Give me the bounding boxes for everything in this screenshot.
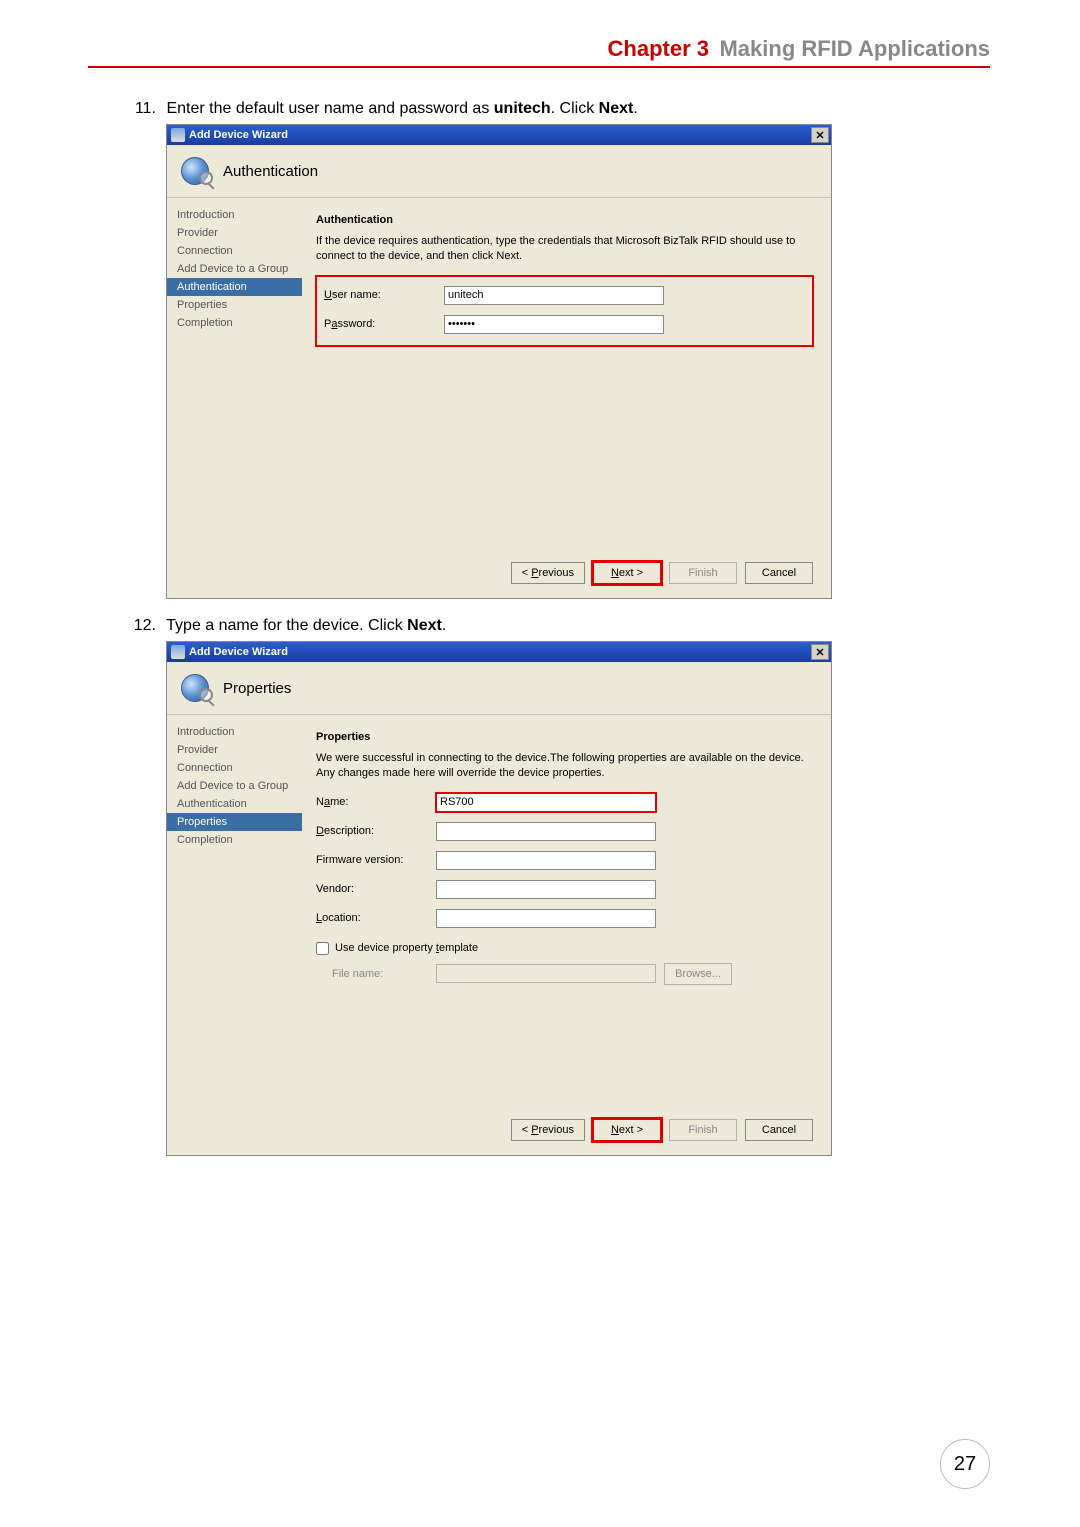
filename-label: File name:: [316, 968, 436, 980]
page-header: Chapter 3 Making RFID Applications: [0, 36, 1080, 62]
titlebar: Add Device Wizard ✕: [167, 642, 831, 662]
section-desc: If the device requires authentication, t…: [316, 234, 813, 264]
username-label: User name:: [324, 289, 444, 301]
nav-completion[interactable]: Completion: [167, 831, 302, 849]
nav-properties[interactable]: Properties: [167, 296, 302, 314]
nav-connection[interactable]: Connection: [167, 759, 302, 777]
titlebar-left: Add Device Wizard: [171, 128, 288, 142]
finish-button: Finish: [669, 562, 737, 584]
section-title: Authentication: [316, 214, 813, 226]
nav-provider[interactable]: Provider: [167, 224, 302, 242]
section-title: Properties: [316, 731, 813, 743]
chapter-label: Chapter 3: [608, 36, 709, 61]
browse-button: Browse...: [664, 963, 732, 985]
chapter-title: Making RFID Applications: [719, 36, 990, 61]
app-icon: [171, 128, 185, 142]
row-vendor: Vendor:: [316, 880, 813, 899]
step-number: 12.: [124, 617, 156, 635]
nav-provider[interactable]: Provider: [167, 741, 302, 759]
next-button[interactable]: Next >: [593, 562, 661, 584]
row-name: Name:: [316, 793, 813, 812]
section-desc: We were successful in connecting to the …: [316, 751, 813, 781]
wizard-nav: Introduction Provider Connection Add Dev…: [167, 715, 302, 1155]
button-row: < Previous Next > Finish Cancel: [316, 552, 813, 584]
row-location: Location:: [316, 909, 813, 928]
banner-title: Properties: [223, 680, 291, 697]
filename-input: [436, 964, 656, 983]
wizard-banner-icon: [177, 153, 213, 189]
close-button[interactable]: ✕: [811, 127, 829, 143]
password-label: Password:: [324, 318, 444, 330]
wizard-banner-icon: [177, 670, 213, 706]
location-input[interactable]: [436, 909, 656, 928]
wizard-main: Authentication If the device requires au…: [302, 198, 831, 598]
name-input[interactable]: [436, 793, 656, 812]
nav-introduction[interactable]: Introduction: [167, 206, 302, 224]
row-firmware: Firmware version:: [316, 851, 813, 870]
step-12-text: 12. Type a name for the device. Click Ne…: [124, 617, 990, 635]
row-username: User name:: [324, 286, 805, 305]
wizard-main: Properties We were successful in connect…: [302, 715, 831, 1155]
previous-button[interactable]: < Previous: [511, 1119, 585, 1141]
nav-connection[interactable]: Connection: [167, 242, 302, 260]
button-row: < Previous Next > Finish Cancel: [316, 1109, 813, 1141]
nav-introduction[interactable]: Introduction: [167, 723, 302, 741]
window-title: Add Device Wizard: [189, 129, 288, 141]
step-number: 11.: [124, 100, 156, 118]
vendor-label: Vendor:: [316, 883, 436, 895]
nav-add-group[interactable]: Add Device to a Group: [167, 260, 302, 278]
nav-authentication[interactable]: Authentication: [167, 795, 302, 813]
nav-authentication[interactable]: Authentication: [167, 278, 302, 296]
name-label: Name:: [316, 796, 436, 808]
wizard-properties: Add Device Wizard ✕ Properties Introduct…: [166, 641, 832, 1156]
password-input[interactable]: [444, 315, 664, 334]
wizard-nav: Introduction Provider Connection Add Dev…: [167, 198, 302, 598]
location-label: Location:: [316, 912, 436, 924]
wizard-banner: Authentication: [167, 145, 831, 198]
firmware-input[interactable]: [436, 851, 656, 870]
description-label: Description:: [316, 825, 436, 837]
template-checkbox-label: Use device property template: [335, 942, 478, 954]
previous-button[interactable]: < Previous: [511, 562, 585, 584]
wizard-body: Introduction Provider Connection Add Dev…: [167, 198, 831, 598]
row-template-checkbox: Use device property template: [316, 942, 813, 955]
description-input[interactable]: [436, 822, 656, 841]
app-icon: [171, 645, 185, 659]
cancel-button[interactable]: Cancel: [745, 562, 813, 584]
row-description: Description:: [316, 822, 813, 841]
header-rule: [88, 66, 990, 68]
titlebar-left: Add Device Wizard: [171, 645, 288, 659]
row-filename: File name: Browse...: [316, 963, 813, 985]
cancel-button[interactable]: Cancel: [745, 1119, 813, 1141]
template-checkbox[interactable]: [316, 942, 329, 955]
content-area: 11. Enter the default user name and pass…: [124, 82, 990, 1156]
nav-add-group[interactable]: Add Device to a Group: [167, 777, 302, 795]
row-password: Password:: [324, 315, 805, 334]
wizard-authentication: Add Device Wizard ✕ Authentication Intro…: [166, 124, 832, 599]
window-title: Add Device Wizard: [189, 646, 288, 658]
credentials-highlight: User name: Password:: [316, 276, 813, 346]
wizard-body: Introduction Provider Connection Add Dev…: [167, 715, 831, 1155]
firmware-label: Firmware version:: [316, 854, 436, 866]
titlebar: Add Device Wizard ✕: [167, 125, 831, 145]
step-11-text: 11. Enter the default user name and pass…: [124, 100, 990, 118]
nav-completion[interactable]: Completion: [167, 314, 302, 332]
username-input[interactable]: [444, 286, 664, 305]
next-button[interactable]: Next >: [593, 1119, 661, 1141]
page-number: 27: [940, 1439, 990, 1489]
nav-properties[interactable]: Properties: [167, 813, 302, 831]
wizard-banner: Properties: [167, 662, 831, 715]
finish-button: Finish: [669, 1119, 737, 1141]
vendor-input[interactable]: [436, 880, 656, 899]
banner-title: Authentication: [223, 163, 318, 180]
close-button[interactable]: ✕: [811, 644, 829, 660]
